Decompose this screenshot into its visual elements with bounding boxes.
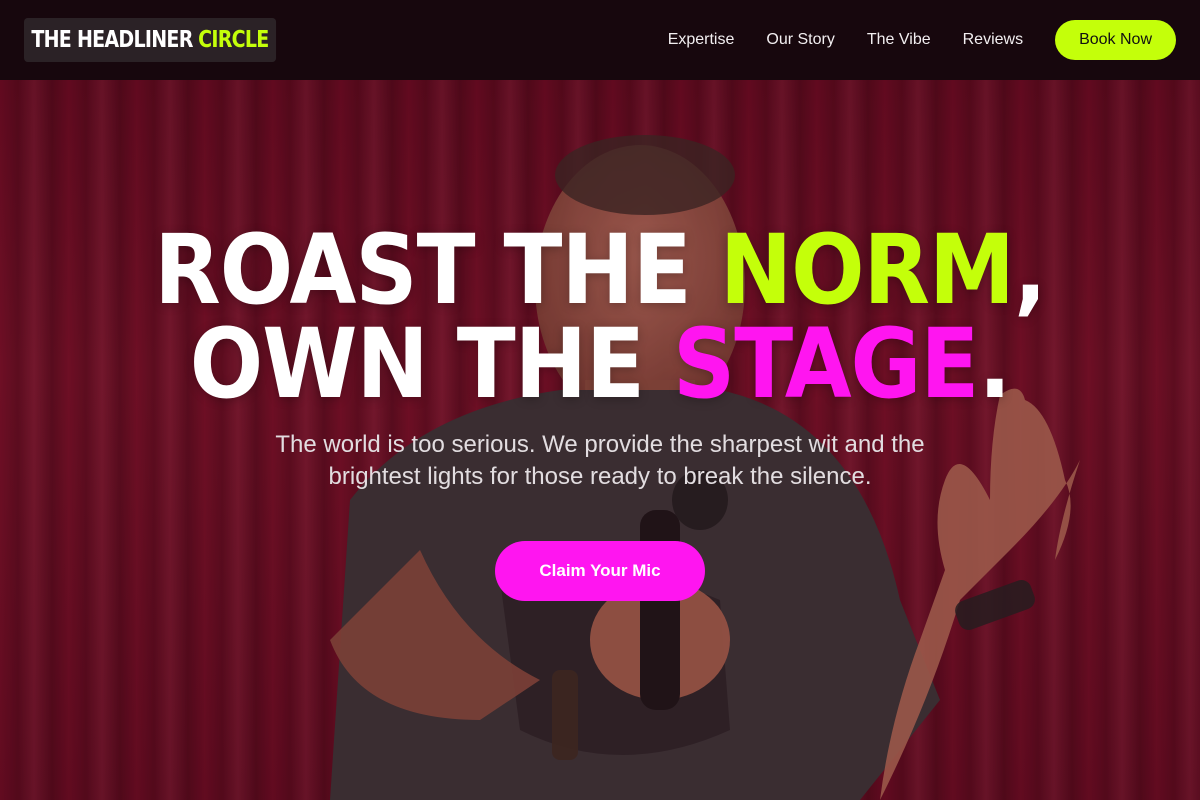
hero-headline: ROAST THE NORM, OWN THE STAGE. — [154, 222, 1047, 412]
claim-your-mic-button[interactable]: Claim Your Mic — [495, 541, 705, 601]
main-menu: Expertise Our Story The Vibe Reviews Boo… — [636, 20, 1176, 60]
headline-punct: . — [978, 308, 1011, 420]
hero-content: ROAST THE NORM, OWN THE STAGE. The world… — [0, 80, 1200, 800]
book-now-button[interactable]: Book Now — [1055, 20, 1176, 60]
headline-accent-stage: STAGE — [673, 308, 979, 420]
nav-link-the-vibe[interactable]: The Vibe — [867, 31, 931, 49]
logo-accent-text: CIRCLE — [198, 27, 269, 53]
nav-link-our-story[interactable]: Our Story — [766, 31, 834, 49]
nav-link-reviews[interactable]: Reviews — [963, 31, 1023, 49]
nav-link-expertise[interactable]: Expertise — [668, 31, 735, 49]
headline-text: OWN THE — [189, 308, 674, 420]
headline-punct: , — [1013, 214, 1047, 326]
logo-text: THE HEADLINER — [31, 27, 193, 53]
headline-line-2: OWN THE STAGE. — [189, 308, 1012, 420]
site-logo[interactable]: THE HEADLINER CIRCLE — [24, 18, 276, 62]
hero-subtitle: The world is too serious. We provide the… — [275, 431, 925, 490]
hero-section: ROAST THE NORM, OWN THE STAGE. The world… — [0, 80, 1200, 800]
top-navbar: THE HEADLINER CIRCLE Expertise Our Story… — [0, 0, 1200, 80]
